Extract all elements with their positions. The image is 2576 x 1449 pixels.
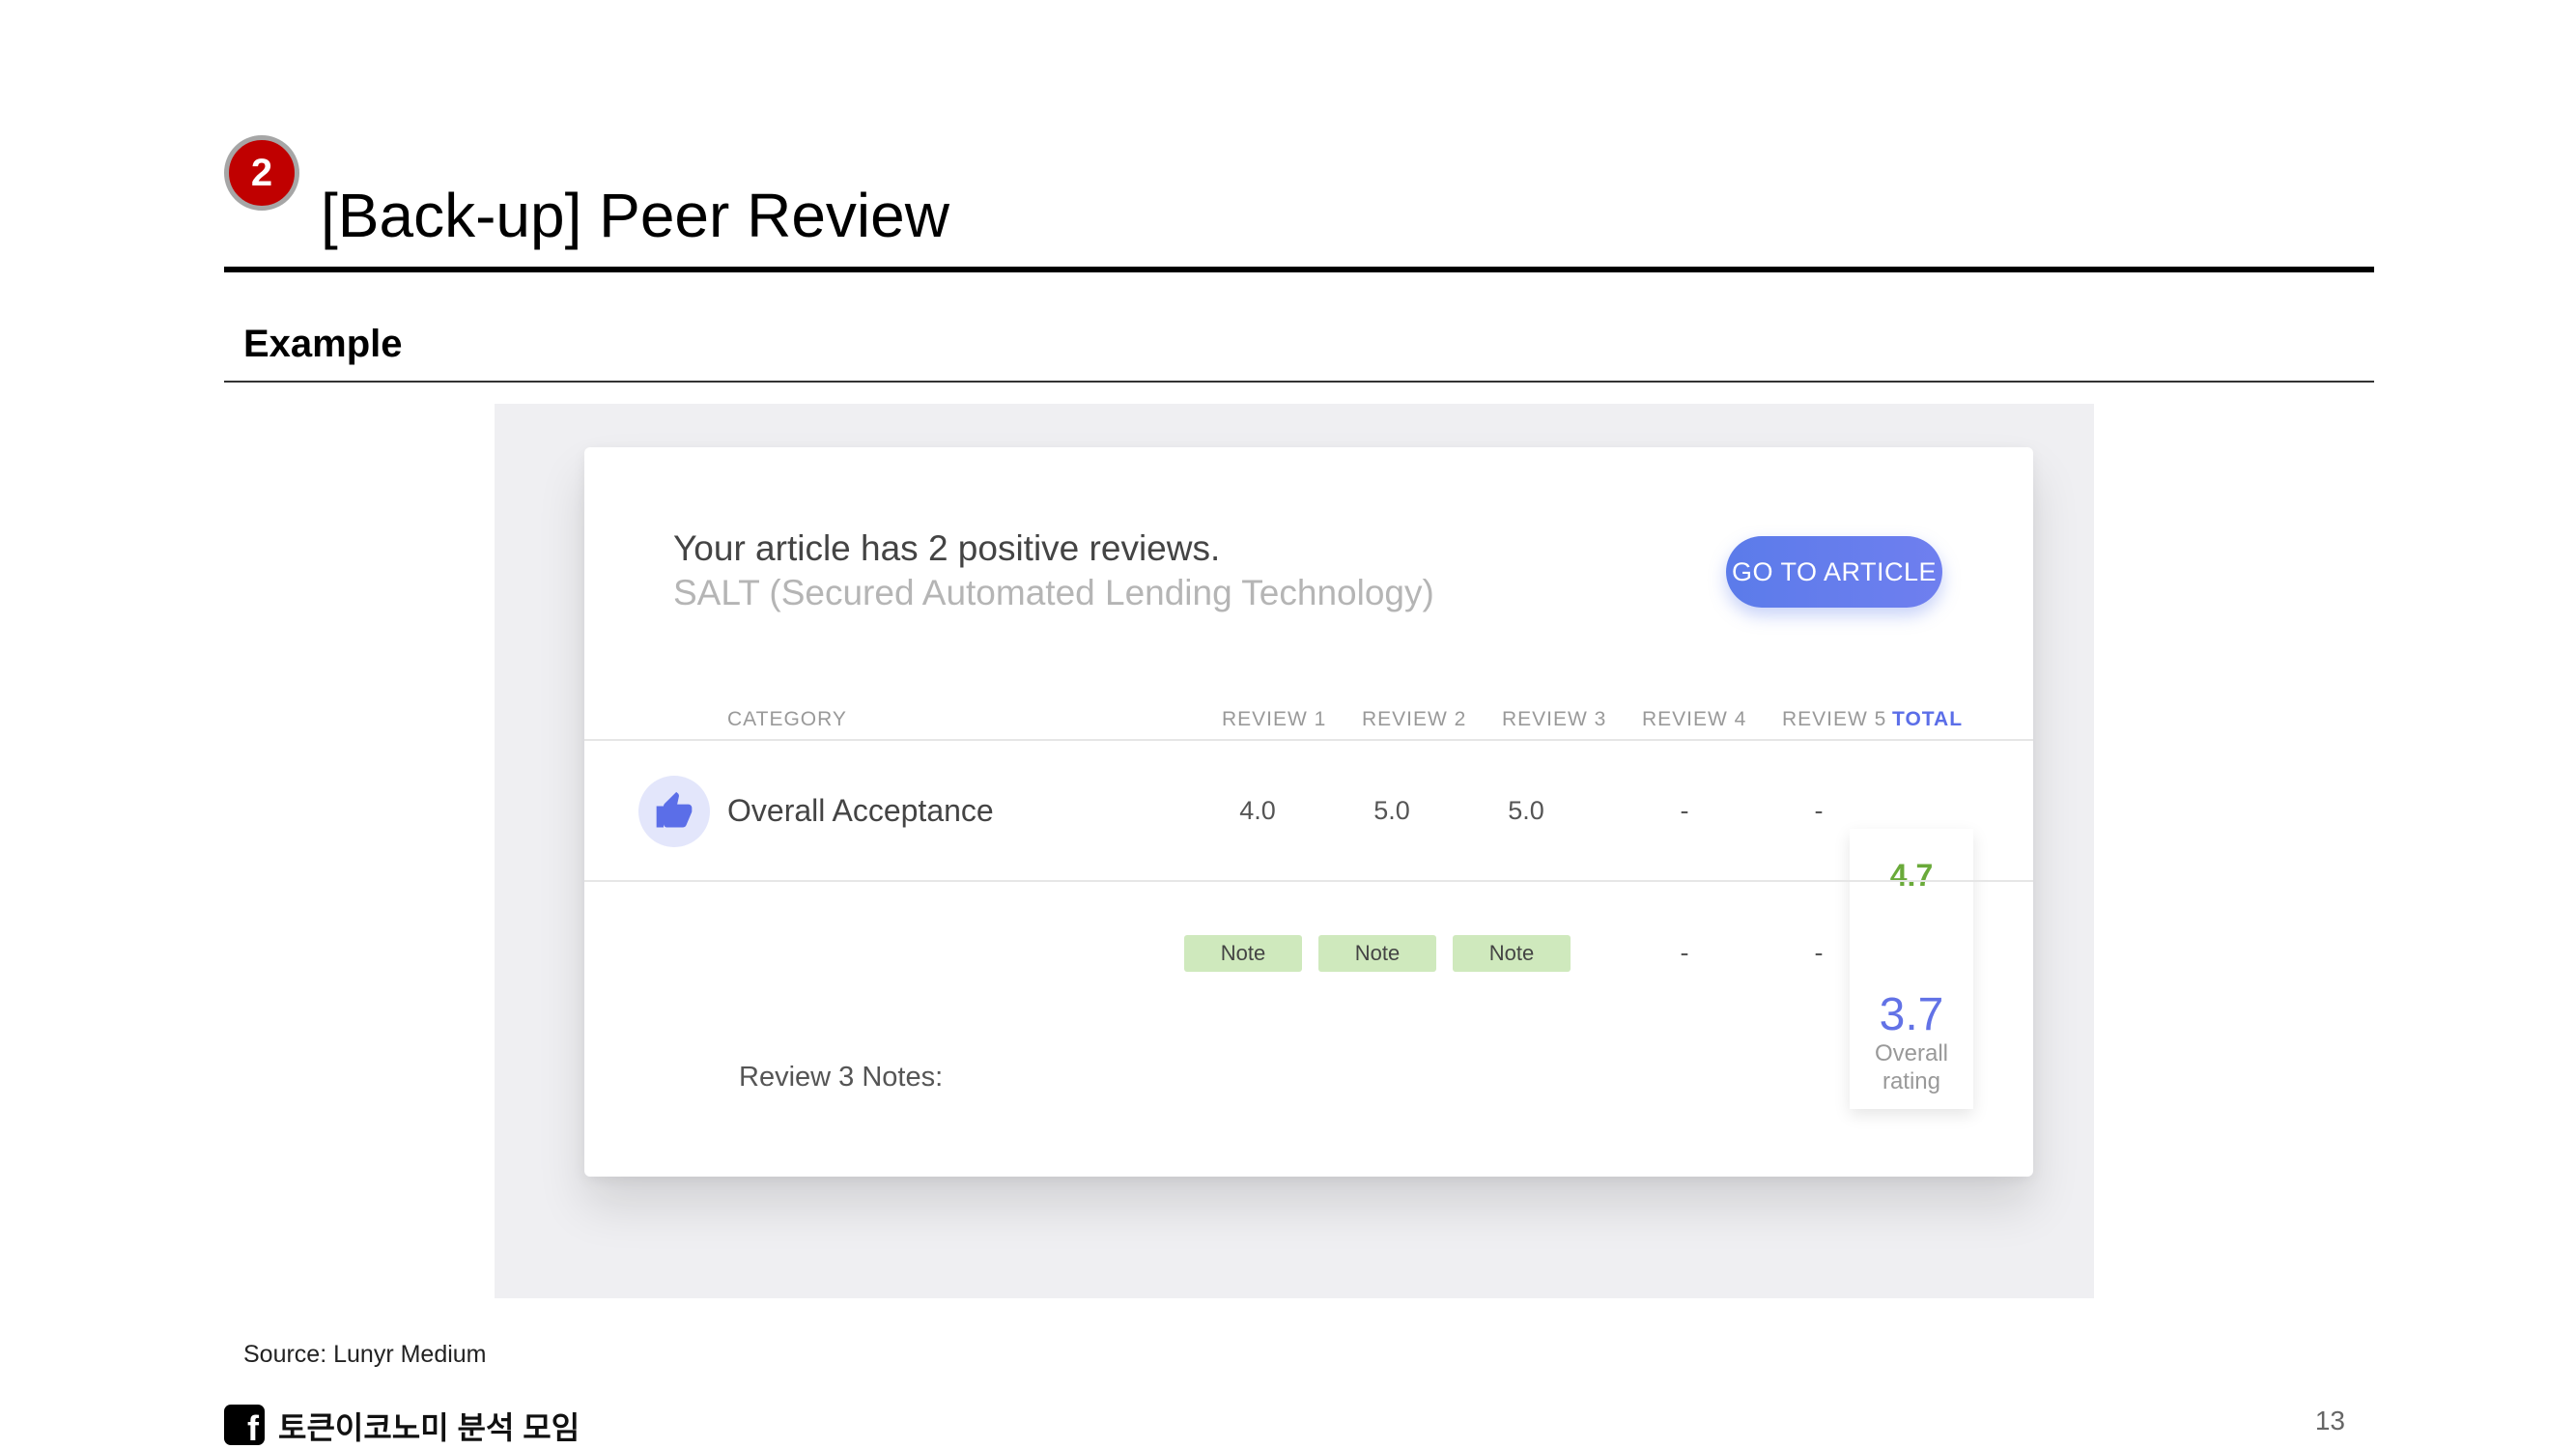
thumbs-up-glyph <box>656 791 693 828</box>
review-1-score: 4.0 <box>1239 796 1276 825</box>
review-4-score: - <box>1680 796 1689 825</box>
overall-rating-label: Overall rating <box>1850 1039 1973 1095</box>
review-5-score: - <box>1814 796 1824 825</box>
total-column-card: 4.7 3.7 Overall rating <box>1850 829 1973 1109</box>
section-title: Example <box>243 323 403 365</box>
title-divider <box>224 267 2374 272</box>
total-score: 4.7 <box>1889 858 1934 893</box>
review-3-notes-label: Review 3 Notes: <box>739 1062 944 1093</box>
review-2-note-button[interactable]: Note <box>1318 935 1436 972</box>
footer-organization: 토큰이코노미 분석 모임 <box>278 1410 580 1445</box>
facebook-icon: f <box>224 1405 265 1445</box>
overall-rating-label-line-2: rating <box>1882 1068 1941 1094</box>
category-overall-acceptance: Overall Acceptance <box>727 793 994 828</box>
column-header-category: CATEGORY <box>727 708 847 730</box>
section-divider <box>224 381 2374 383</box>
slide-title: [Back-up] Peer Review <box>321 181 949 250</box>
review-2-score: 5.0 <box>1373 796 1410 825</box>
source-note: Source: Lunyr Medium <box>243 1341 487 1368</box>
article-title: SALT (Secured Automated Lending Technolo… <box>673 573 1434 612</box>
review-3-score: 5.0 <box>1508 796 1544 825</box>
page-number: 13 <box>2314 1406 2345 1435</box>
overall-rating-label-line-1: Overall <box>1874 1040 1949 1066</box>
column-header-total: TOTAL <box>1892 708 1964 730</box>
go-to-article-button[interactable]: GO TO ARTICLE <box>1726 536 1942 608</box>
column-header-review-3: REVIEW 3 <box>1502 708 1607 730</box>
review-5-note: - <box>1814 938 1824 967</box>
column-header-review-1: REVIEW 1 <box>1222 708 1327 730</box>
review-4-note: - <box>1680 938 1689 967</box>
review-3-note-button[interactable]: Note <box>1453 935 1571 972</box>
review-card: Your article has 2 positive reviews. SAL… <box>584 447 2033 1177</box>
section-number-badge: 2 <box>224 135 299 211</box>
review-1-note-button[interactable]: Note <box>1184 935 1302 972</box>
row-divider <box>584 880 2033 882</box>
header-divider <box>584 739 2033 741</box>
thumbs-up-icon <box>638 776 710 847</box>
column-header-review-4: REVIEW 4 <box>1642 708 1747 730</box>
column-header-review-2: REVIEW 2 <box>1362 708 1467 730</box>
overall-rating-value: 3.7 <box>1879 989 1944 1040</box>
column-header-review-5: REVIEW 5 <box>1782 708 1887 730</box>
reviews-headline: Your article has 2 positive reviews. <box>673 528 1221 568</box>
